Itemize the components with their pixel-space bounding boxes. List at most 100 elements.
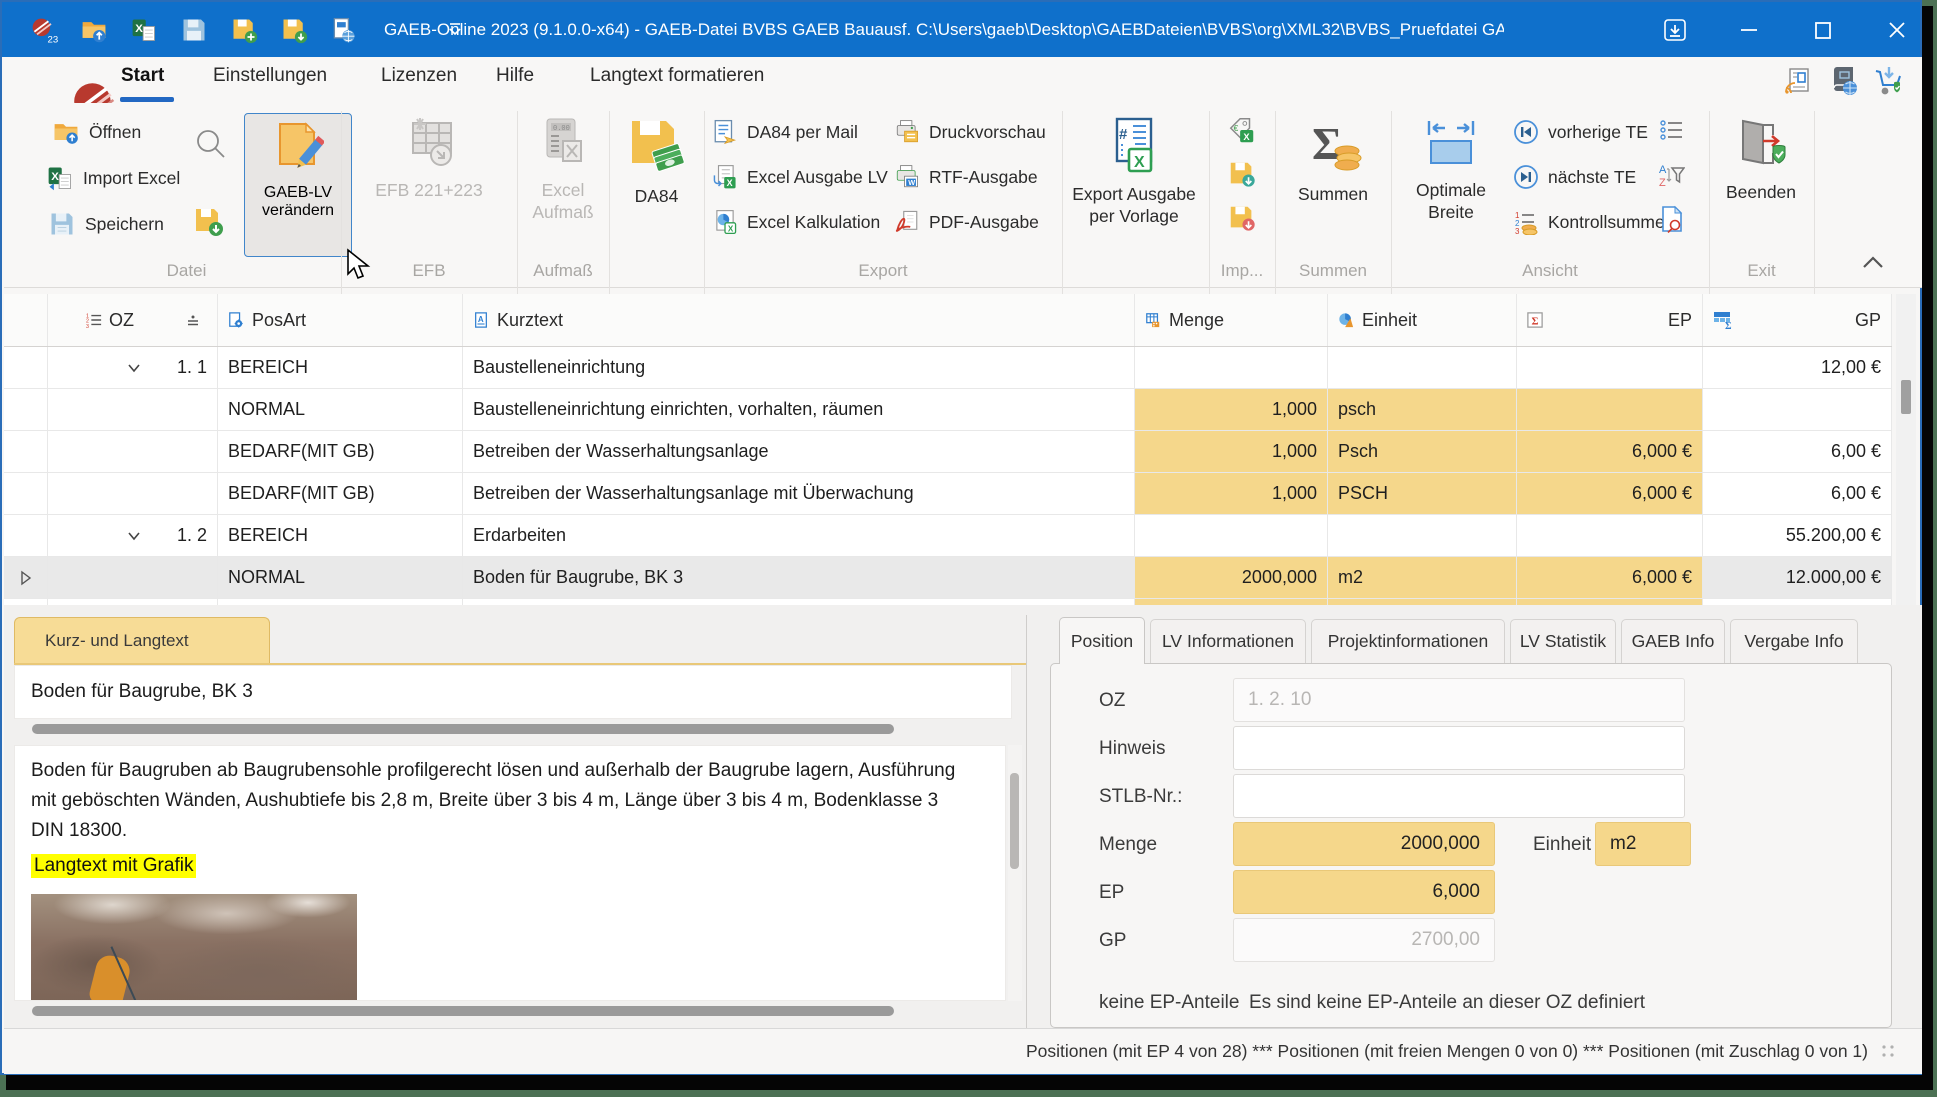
tab-lv-informationen[interactable]: LV Informationen bbox=[1150, 619, 1306, 664]
open-file-icon[interactable] bbox=[80, 16, 108, 44]
cell-einheit[interactable]: m2 bbox=[1328, 557, 1517, 599]
floppy-import-red-icon[interactable] bbox=[1227, 203, 1257, 233]
save-badge-icon[interactable] bbox=[192, 205, 224, 237]
beenden-button[interactable]: Beenden bbox=[1711, 111, 1811, 203]
kurztext-hscrollbar[interactable] bbox=[14, 723, 1012, 735]
cell-ep[interactable]: 6,000 € bbox=[1517, 473, 1703, 515]
scrollbar-thumb[interactable] bbox=[32, 724, 894, 734]
qat-customize-chevron-icon[interactable] bbox=[446, 20, 464, 38]
langtext-hscrollbar[interactable] bbox=[14, 1005, 1012, 1017]
cell-selector[interactable] bbox=[4, 347, 48, 389]
save-special-icon[interactable] bbox=[230, 16, 258, 44]
cell-ep[interactable] bbox=[1517, 389, 1703, 431]
scrollbar-thumb[interactable] bbox=[32, 1006, 894, 1016]
stlb-field[interactable] bbox=[1233, 774, 1685, 818]
collapse-chevron-icon[interactable] bbox=[126, 360, 142, 376]
table-row-selected[interactable]: NORMAL Boden für Baugrube, BK 3 2000,000… bbox=[4, 557, 1892, 599]
ep-field[interactable]: 6,000 bbox=[1233, 870, 1495, 914]
export-ausgabe-per-vorlage-button[interactable]: #X Export Ausgabe per Vorlage bbox=[1062, 111, 1206, 227]
always-on-top-icon[interactable] bbox=[1660, 15, 1690, 45]
tab-gaeb-info[interactable]: GAEB Info bbox=[1621, 619, 1725, 664]
cell-selector[interactable] bbox=[4, 473, 48, 515]
header-kurztext[interactable]: A Kurztext bbox=[463, 294, 1135, 346]
price-tag-excel-icon[interactable]: €X bbox=[1227, 115, 1257, 145]
cell-selector[interactable] bbox=[4, 557, 48, 599]
pdf-ausgabe-button[interactable]: PDF-Ausgabe bbox=[894, 207, 1039, 237]
header-posart[interactable]: PosArt bbox=[218, 294, 463, 346]
header-einheit[interactable]: Einheit bbox=[1328, 294, 1517, 346]
header-gp[interactable]: Σ GP bbox=[1703, 294, 1892, 346]
save-icon[interactable] bbox=[180, 16, 208, 44]
open-button[interactable]: Öffnen bbox=[52, 117, 141, 147]
table-row[interactable]: BEDARF(MIT GB) Betreiben der Wasserhaltu… bbox=[4, 473, 1892, 515]
header-ep[interactable]: Σ EP bbox=[1517, 294, 1703, 346]
einheit-field[interactable]: m2 bbox=[1595, 822, 1691, 866]
gaeb-lv-veraendern-button[interactable]: GAEB-LV verändern bbox=[244, 113, 352, 257]
menu-tab-langtext-formatieren[interactable]: Langtext formatieren bbox=[590, 65, 764, 87]
collapse-chevron-icon[interactable] bbox=[126, 528, 142, 544]
langtext-box[interactable]: Boden für Baugruben ab Baugrubensohle pr… bbox=[14, 745, 1006, 1001]
cell-menge[interactable]: 2000,000 bbox=[1135, 557, 1328, 599]
scrollbar-thumb[interactable] bbox=[1010, 773, 1019, 869]
cell-einheit[interactable]: PSCH bbox=[1328, 473, 1517, 515]
maximize-button[interactable] bbox=[1808, 15, 1838, 45]
kontrollsummen-button[interactable]: 123 Kontrollsummen bbox=[1513, 207, 1674, 237]
da84-per-mail-button[interactable]: DA84 per Mail bbox=[712, 117, 858, 147]
menu-tab-hilfe[interactable]: Hilfe bbox=[496, 65, 534, 87]
help-book-icon[interactable] bbox=[1828, 65, 1860, 97]
naechste-te-button[interactable]: nächste TE bbox=[1513, 162, 1636, 192]
cell-menge[interactable]: 1,000 bbox=[1135, 431, 1328, 473]
tab-lv-statistik[interactable]: LV Statistik bbox=[1510, 619, 1616, 664]
table-row[interactable]: 1. 2 BEREICH Erdarbeiten 55.200,00 € bbox=[4, 515, 1892, 557]
tab-projektinformationen[interactable]: Projektinformationen bbox=[1311, 619, 1505, 664]
table-row[interactable]: 1. 1 BEREICH Baustelleneinrichtung 12,00… bbox=[4, 347, 1892, 389]
floppy-import-green-icon[interactable] bbox=[1227, 159, 1257, 189]
ribbon-collapse-chevron-icon[interactable] bbox=[1860, 253, 1886, 273]
langtext-vscrollbar[interactable] bbox=[1008, 745, 1022, 1001]
header-menge[interactable]: Menge bbox=[1135, 294, 1328, 346]
cell-ep[interactable]: 6,000 € bbox=[1517, 431, 1703, 473]
oz-sort-icon[interactable] bbox=[185, 312, 201, 328]
kurztext-box[interactable]: Boden für Baugrube, BK 3 bbox=[14, 665, 1012, 719]
header-oz[interactable]: 123 OZ bbox=[48, 294, 218, 346]
shop-cart-icon[interactable] bbox=[1872, 65, 1906, 97]
rtf-ausgabe-button[interactable]: W RTF-Ausgabe bbox=[894, 162, 1038, 192]
cell-menge[interactable]: 1,000 bbox=[1135, 473, 1328, 515]
excel-import-icon[interactable]: X bbox=[130, 16, 158, 44]
tab-vergabe-info[interactable]: Vergabe Info bbox=[1730, 619, 1858, 664]
excel-aufmass-button[interactable]: 0.00 Excel Aufmaß bbox=[523, 111, 603, 223]
close-button[interactable] bbox=[1882, 15, 1912, 45]
cell-selector[interactable] bbox=[4, 389, 48, 431]
excel-kalkulation-button[interactable]: X Excel Kalkulation bbox=[712, 207, 880, 237]
save-download-icon[interactable] bbox=[280, 16, 308, 44]
cell-ep[interactable]: 6,000 € bbox=[1517, 557, 1703, 599]
menu-tab-start[interactable]: Start bbox=[121, 65, 164, 87]
minimize-button[interactable] bbox=[1734, 15, 1764, 45]
optimale-breite-button[interactable]: Optimale Breite bbox=[1401, 111, 1501, 223]
table-vertical-scrollbar[interactable] bbox=[1896, 294, 1916, 605]
vorherige-te-button[interactable]: vorherige TE bbox=[1513, 117, 1648, 147]
cell-selector[interactable] bbox=[4, 431, 48, 473]
excel-ausgabe-lv-button[interactable]: X Excel Ausgabe LV bbox=[712, 162, 888, 192]
save-button[interactable]: Speichern bbox=[48, 209, 164, 239]
export-web-icon[interactable] bbox=[330, 16, 358, 44]
cell-einheit[interactable]: psch bbox=[1328, 389, 1517, 431]
summen-button[interactable]: Σ Summen bbox=[1278, 111, 1388, 205]
search-icon[interactable] bbox=[194, 127, 228, 161]
menge-field[interactable]: 2000,000 bbox=[1233, 822, 1495, 866]
da84-button[interactable]: DA84 bbox=[614, 111, 699, 207]
document-search-icon[interactable] bbox=[1659, 205, 1685, 233]
table-row[interactable]: BEDARF(MIT GB) Betreiben der Wasserhaltu… bbox=[4, 431, 1892, 473]
cell-selector[interactable] bbox=[4, 515, 48, 557]
resize-grip-icon[interactable] bbox=[1880, 1043, 1896, 1059]
scrollbar-thumb[interactable] bbox=[1901, 380, 1911, 414]
hinweis-field[interactable] bbox=[1233, 726, 1685, 770]
table-row[interactable]: NORMAL Baustelleneinrichtung einrichten,… bbox=[4, 389, 1892, 431]
cell-menge[interactable]: 1,000 bbox=[1135, 389, 1328, 431]
druckvorschau-button[interactable]: Druckvorschau bbox=[894, 117, 1046, 147]
efb-221-223-button[interactable]: EFB 221+223 bbox=[354, 111, 504, 201]
cell-einheit[interactable]: Psch bbox=[1328, 431, 1517, 473]
news-icon[interactable] bbox=[1782, 65, 1814, 97]
az-filter-icon[interactable]: AZ bbox=[1657, 161, 1685, 189]
tab-position[interactable]: Position bbox=[1059, 617, 1145, 664]
